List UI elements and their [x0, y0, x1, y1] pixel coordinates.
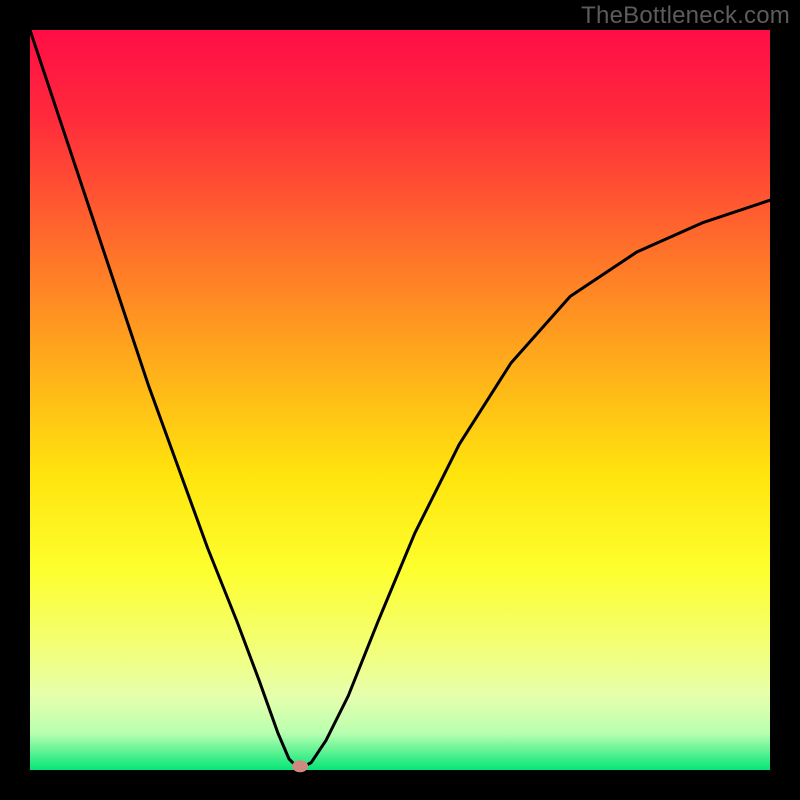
chart-root: TheBottleneck.com: [0, 0, 800, 800]
chart-plot-area: [30, 30, 770, 770]
watermark-text: TheBottleneck.com: [581, 2, 790, 30]
bottleneck-chart: [0, 0, 800, 800]
minimum-marker: [292, 760, 308, 772]
